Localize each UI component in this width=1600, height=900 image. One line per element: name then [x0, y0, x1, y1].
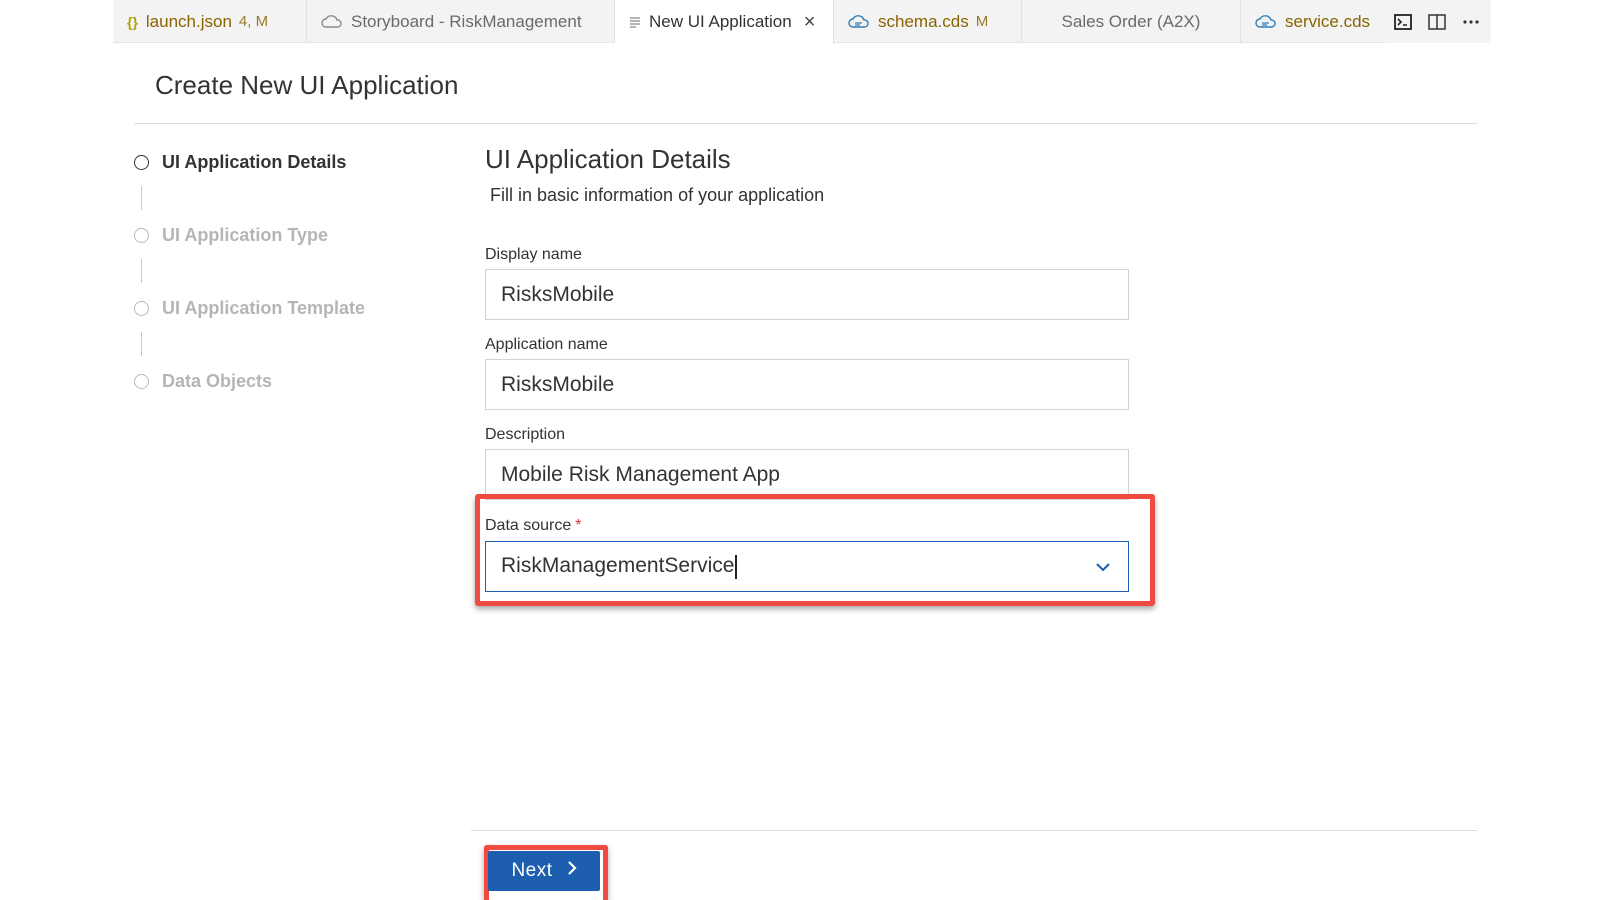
- step-ui-application-template[interactable]: UI Application Template: [134, 298, 365, 319]
- data-source-label: Data source *: [485, 517, 582, 535]
- step-circle-icon: [134, 374, 149, 389]
- step-label: UI Application Details: [162, 152, 347, 172]
- data-source-label-text: Data source: [485, 517, 572, 534]
- close-icon[interactable]: ×: [804, 12, 816, 32]
- cds-cloud-icon: [848, 14, 870, 30]
- document-lines-icon: [629, 16, 641, 28]
- chevron-down-icon[interactable]: [1093, 557, 1113, 577]
- section-subtitle: Fill in basic information of your applic…: [490, 185, 825, 205]
- required-asterisk: *: [575, 517, 582, 534]
- json-braces-icon: {}: [127, 13, 138, 30]
- step-connector: [141, 259, 142, 283]
- chevron-right-icon: [567, 860, 577, 882]
- tab-schema-cds[interactable]: schema.cds M: [834, 0, 1022, 43]
- split-editor-icon[interactable]: [1427, 12, 1447, 32]
- editor-tab-bar: {} launch.json 4, M Storyboard - RiskMan…: [113, 0, 1491, 44]
- footer-divider: [471, 830, 1477, 831]
- description-value: Mobile Risk Management App: [501, 462, 780, 486]
- tab-storyboard[interactable]: Storyboard - RiskManagement: [307, 0, 615, 43]
- data-source-value-wrap: RiskManagementService: [501, 554, 737, 579]
- next-button[interactable]: Next: [488, 851, 600, 891]
- tab-label: New UI Application: [649, 12, 792, 31]
- tab-service-cds[interactable]: service.cds: [1241, 0, 1391, 43]
- header-divider: [134, 123, 1477, 124]
- application-name-label: Application name: [485, 336, 608, 353]
- display-name-label: Display name: [485, 246, 582, 263]
- tab-modified-badge: 4, M: [238, 13, 269, 30]
- text-caret: [735, 554, 737, 579]
- tab-label: schema.cds: [878, 11, 969, 31]
- tab-label: launch.json: [145, 11, 232, 31]
- step-ui-application-type[interactable]: UI Application Type: [134, 225, 328, 246]
- tab-modified-badge: M: [975, 13, 989, 30]
- tab-label: Storyboard - RiskManagement: [351, 11, 582, 31]
- step-connector: [141, 332, 142, 356]
- tab-actions: [1385, 0, 1491, 43]
- step-connector: [141, 186, 142, 210]
- step-label: Data Objects: [162, 371, 273, 391]
- data-source-value: RiskManagementService: [501, 554, 735, 578]
- tab-label: Sales Order (A2X): [1061, 11, 1201, 31]
- section-title: UI Application Details: [485, 144, 731, 174]
- display-name-value: RisksMobile: [501, 282, 615, 306]
- more-icon[interactable]: [1461, 12, 1481, 32]
- tab-sales-order[interactable]: Sales Order (A2X): [1022, 0, 1241, 43]
- next-button-label: Next: [511, 860, 553, 881]
- description-input[interactable]: Mobile Risk Management App: [485, 449, 1129, 500]
- step-circle-icon: [134, 155, 149, 170]
- display-name-input[interactable]: RisksMobile: [485, 269, 1129, 320]
- terminal-icon[interactable]: [1393, 12, 1413, 32]
- tab-launch-json[interactable]: {} launch.json 4, M: [113, 0, 307, 43]
- tab-label: service.cds: [1285, 11, 1371, 31]
- step-circle-icon: [134, 228, 149, 243]
- step-ui-application-details[interactable]: UI Application Details: [134, 152, 346, 173]
- cloud-icon: [321, 14, 343, 29]
- step-label: UI Application Template: [162, 298, 366, 318]
- cds-cloud-icon: [1255, 14, 1277, 30]
- tab-new-ui-application[interactable]: New UI Application ×: [615, 0, 834, 44]
- application-name-value: RisksMobile: [501, 372, 615, 396]
- page-title: Create New UI Application: [155, 70, 459, 100]
- application-name-input[interactable]: RisksMobile: [485, 359, 1129, 410]
- step-label: UI Application Type: [162, 225, 329, 245]
- data-source-select[interactable]: RiskManagementService: [485, 541, 1129, 592]
- description-label: Description: [485, 426, 566, 443]
- step-circle-icon: [134, 301, 149, 316]
- step-data-objects[interactable]: Data Objects: [134, 371, 272, 392]
